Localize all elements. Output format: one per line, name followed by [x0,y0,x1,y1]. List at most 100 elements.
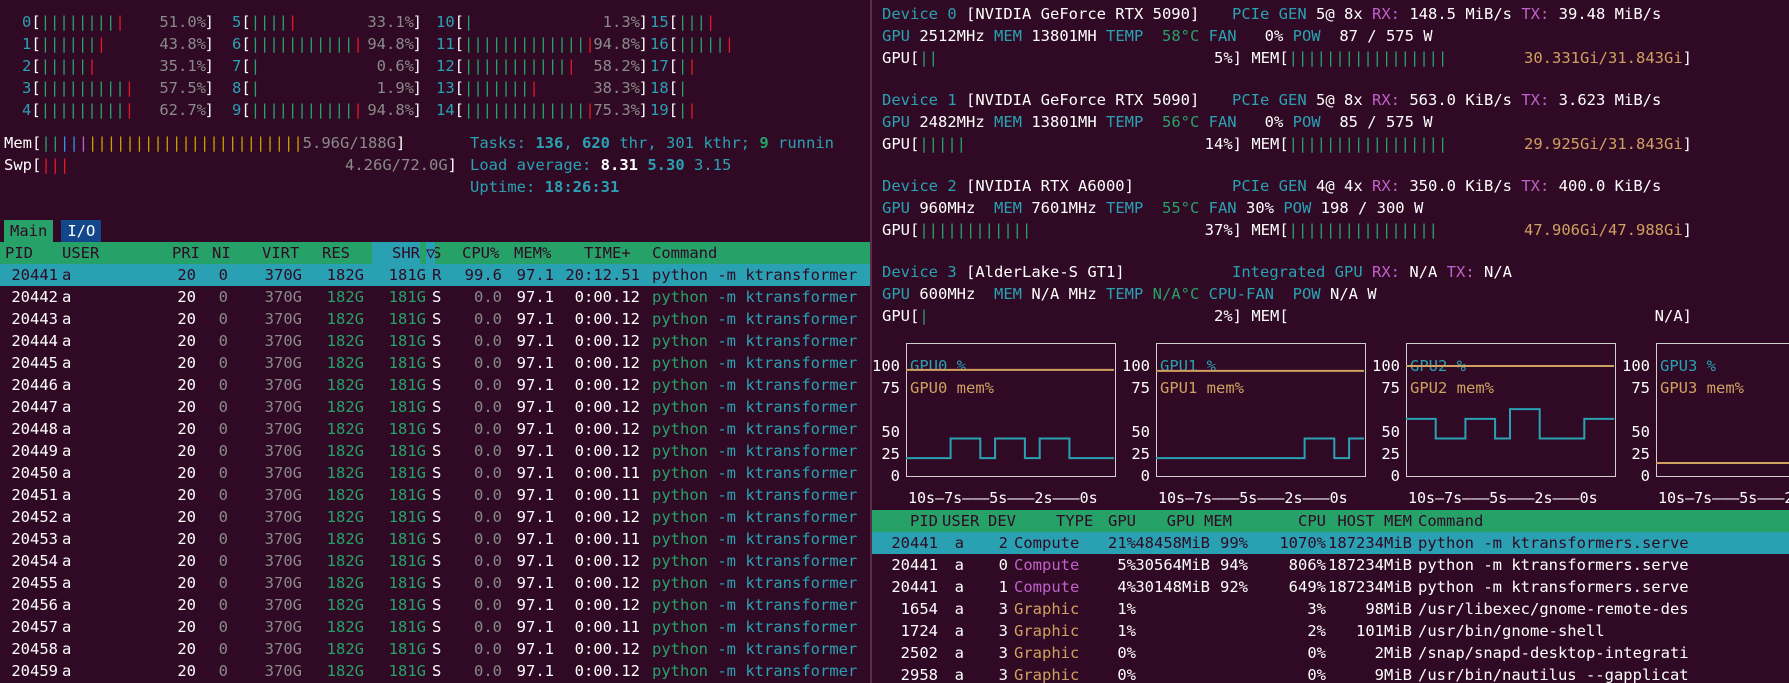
cell-user: a [62,398,72,416]
table-row[interactable]: 20457 a 20 0 370G 182G 181G S 0.0 97.1 0:00.11 pyth… [0,616,870,638]
cpu-meter: 16[|||||| [650,33,750,55]
y-tick-label: 75 [1131,379,1150,397]
device-bar-line: GPU[| [882,305,929,327]
threads-label: thr, [610,134,666,152]
table-row[interactable]: 20450 a 20 0 370G 182G 181G S 0.0 97.1 0:00.11 pyth… [0,462,870,484]
gpu-process-row[interactable]: 2502 a 3 Graphic 0% 0% 2MiB/snap/snapd-desktop… [872,642,1789,664]
table-row[interactable]: 20459 a 20 0 370G 182G 181G S 0.0 97.1 0:00.12 pyth… [0,660,870,682]
table-row[interactable]: 20441 a 20 0 370G 182G 181G R 99.6 97.1 20:12.51 py… [0,264,870,286]
gpu-process-row[interactable]: 1654 a 3 Graphic 1% 3% 98MiB/usr/libexec/gnome… [872,598,1789,620]
cell-s: S [432,618,442,636]
cpu-id: 15 [650,13,669,31]
temp-label: TEMP [1096,27,1162,45]
gpu-process-row[interactable]: 20441 a 2 Compute 21% 48458MiB 99% 1070% 187234M… [872,532,1789,554]
cpu-bar: ||||||||| [40,13,125,31]
rx-value: 350.0 KiB/s [1409,177,1512,195]
proc-cell-gpumem: 30564MiB [1135,556,1210,574]
cell-ni: 0 [218,420,228,438]
proc-column-header[interactable]: DEV [988,510,1016,532]
column-header-ni[interactable]: NI [212,242,231,264]
cpu-bracket-open: [ [31,79,41,97]
table-row[interactable]: 20449 a 20 0 370G 182G 181G S 0.0 97.1 0:00.12 pyth… [0,440,870,462]
column-header-user[interactable]: USER [62,242,99,264]
mem-bar-line: MEM[||||||||||||||||| [1242,133,1447,155]
temp-value: 58°C [1161,27,1200,45]
mem-util-label: MEM[ [1242,221,1289,239]
table-row[interactable]: 20453 a 20 0 370G 182G 181G S 0.0 97.1 0:00.11 pyth… [0,528,870,550]
proc-cell-cpu: 649% [1288,578,1326,596]
mem-value: 5.96G/188G [302,134,396,152]
cell-user: a [62,640,72,658]
proc-cell-type: Graphic [1014,622,1080,640]
table-row[interactable]: 20447 a 20 0 370G 182G 181G S 0.0 97.1 0:00.12 pyth… [0,396,870,418]
mem-clock-label: MEM [984,27,1032,45]
cpu-percent: 58.2% [593,57,640,75]
fan-value: 0% [1255,27,1284,45]
table-row[interactable]: 20451 a 20 0 370G 182G 181G S 0.0 97.1 0:00.11 pyth… [0,484,870,506]
cell-res: 182G [326,288,364,306]
gpu-process-row[interactable]: 2958 a 3 Graphic 0% 0% 9MiB/usr/bin/nautilus -… [872,664,1789,683]
cpu-bar: |||||| [40,57,97,75]
table-row[interactable]: 20456 a 20 0 370G 182G 181G S 0.0 97.1 0:00.12 pyth… [0,594,870,616]
sort-indicator-icon: ▽ [426,242,436,264]
table-row[interactable]: 20455 a 20 0 370G 182G 181G S 0.0 97.1 0:00.12 pyth… [0,572,870,594]
cell-mem: 97.1 [516,618,554,636]
table-row[interactable]: 20448 a 20 0 370G 182G 181G S 0.0 97.1 0:00.12 pyth… [0,418,870,440]
column-header-mem[interactable]: MEM% [514,242,551,264]
table-row[interactable]: 20444 a 20 0 370G 182G 181G S 0.0 97.1 0:00.12 pyth… [0,330,870,352]
column-header-virt[interactable]: VIRT [262,242,299,264]
cpu-meter: 17[|| [650,55,750,77]
gpu-process-row[interactable]: 20441 a 1 Compute 4% 30148MiB 92% 649% 187234MiB… [872,576,1789,598]
proc-column-header[interactable]: USER [942,510,979,532]
column-header-res[interactable]: RES [322,242,350,264]
cpu-bar: |||||||||||| [464,57,577,75]
proc-cell-gpu: 0% [1117,666,1136,683]
column-header-cpu[interactable]: CPU% [462,242,499,264]
column-header-pid[interactable]: PID [5,242,33,264]
gpu-process-row[interactable]: 1724 a 3 Graphic 1% 2% 101MiB/usr/bin/gnome-sh… [872,620,1789,642]
cpu-bracket-open: [ [668,35,679,53]
cell-pid: 20448 [11,420,58,438]
gen-label: GEN [1278,5,1316,23]
table-row[interactable]: 20443 a 20 0 370G 182G 181G S 0.0 97.1 0:00.12 pyth… [0,308,870,330]
cell-cmd: python -m ktransformer [652,574,858,592]
gpu-util-label: GPU[ [882,307,920,325]
table-row[interactable]: 20446 a 20 0 370G 182G 181G S 0.0 97.1 0:00.12 pyth… [0,374,870,396]
table-row[interactable]: 20458 a 20 0 370G 182G 181G S 0.0 97.1 0:00.12 pyth… [0,638,870,660]
cell-user: a [62,442,72,460]
table-row[interactable]: 20452 a 20 0 370G 182G 181G S 0.0 97.1 0:00.12 pyth… [0,506,870,528]
tab-io[interactable]: I/O [61,220,102,242]
gpu-process-row[interactable]: 20441 a 0 Compute 5% 30564MiB 94% 806% 187234MiB… [872,554,1789,576]
cell-time: 0:00.11 [574,464,640,482]
cpu-bracket-open: [ [241,13,251,31]
proc-column-header[interactable]: TYPE [1056,510,1093,532]
pcie-label: PCIe [1232,91,1279,109]
cell-res: 182G [326,662,364,680]
cpu-id: 11 [436,35,455,53]
proc-cell-cpu: 0% [1307,644,1326,662]
column-header-cmd[interactable]: Command [652,242,717,264]
htop-pane[interactable]: 0[||||||||| 51.0%] 1[||||||| 43.8%] 2[||||||… [0,0,870,683]
proc-column-header[interactable]: PID [910,510,938,532]
proc-column-header[interactable]: Command [1418,510,1483,532]
column-header-time[interactable]: TIME+ [584,242,631,264]
column-header-pri[interactable]: PRI [172,242,200,264]
cpu-bar: | [678,79,688,97]
table-row[interactable]: 20445 a 20 0 370G 182G 181G S 0.0 97.1 0:00.12 pyth… [0,352,870,374]
table-row[interactable]: 20442 a 20 0 370G 182G 181G S 0.0 97.1 0:00.12 pyth… [0,286,870,308]
tab-main[interactable]: Main [4,220,54,242]
column-header-shr[interactable]: SHR [372,242,420,264]
cell-time: 0:00.12 [574,310,640,328]
cell-mem: 97.1 [516,640,554,658]
proc-column-header[interactable]: GPU MEM [1167,510,1232,532]
cell-ni: 0 [218,508,228,526]
table-row[interactable]: 20454 a 20 0 370G 182G 181G S 0.0 97.1 0:00.12 pyth… [0,550,870,572]
proc-column-header[interactable]: CPU [1298,510,1326,532]
proc-column-header[interactable]: HOST MEM [1337,510,1412,532]
proc-column-header[interactable]: GPU [1108,510,1136,532]
cell-virt: 370G [264,464,302,482]
cell-shr: 181G [388,376,426,394]
gpu-util-label: GPU[ [882,135,920,153]
nvtop-pane[interactable]: Device 0 [NVIDIA GeForce RTX 5090] PCIe G… [872,0,1789,683]
proc-cell-pid: 20441 [891,578,938,596]
